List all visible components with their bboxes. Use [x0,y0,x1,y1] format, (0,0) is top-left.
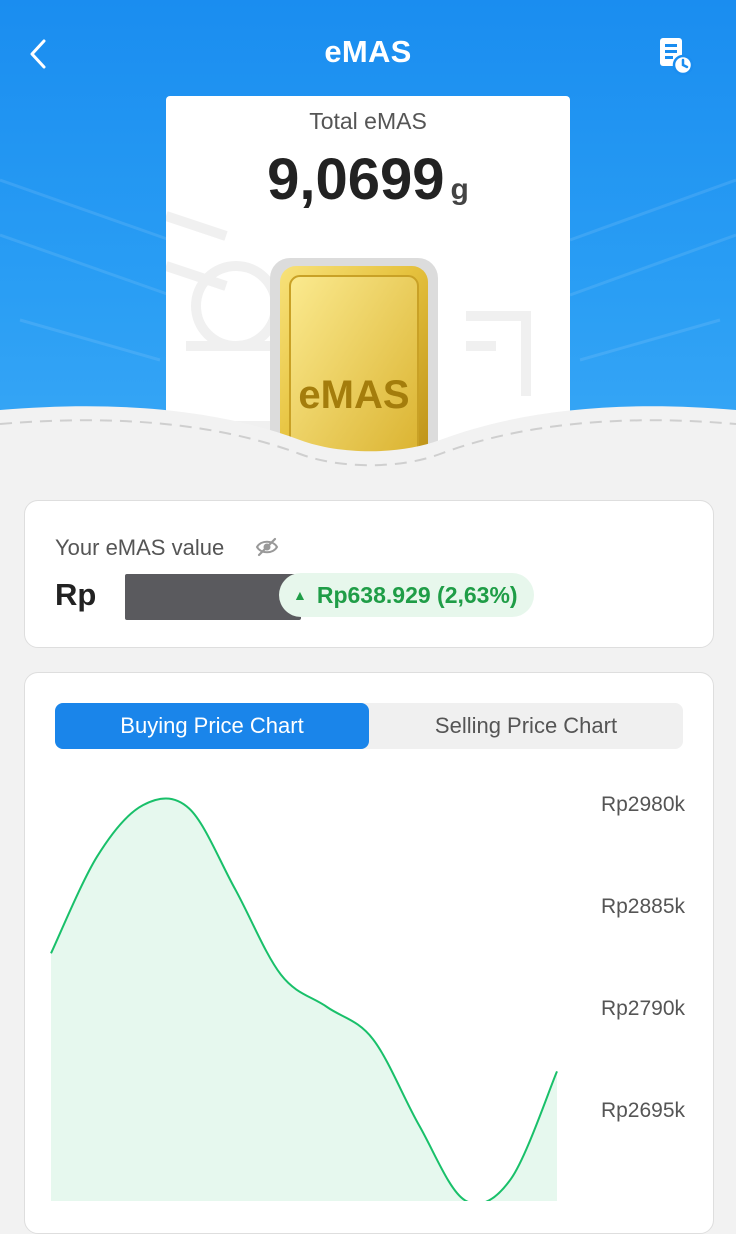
total-emas-unit: g [450,173,469,206]
total-emas-value: 9,0699 g [166,146,570,213]
eye-off-icon[interactable] [255,537,279,557]
emas-value-label: Your eMAS value [55,535,225,560]
value-change-badge: ▲ Rp638.929 (2,63%) [279,573,534,617]
y-tick-label: Rp2695k [601,1099,686,1122]
total-emas-label: Total eMAS [309,108,427,134]
document-clock-icon [660,38,694,76]
emas-value-currency: Rp [55,577,97,612]
total-emas-number: 9,0699 [267,147,445,212]
price-area-fill [51,798,557,1201]
card-pocket [0,406,736,485]
y-tick-label: Rp2885k [601,895,686,918]
hidden-value-mask [125,574,301,620]
page-title: eMAS [324,34,412,69]
value-change-text: Rp638.929 (2,63%) [316,581,518,608]
y-tick-label: Rp2980k [601,793,686,816]
triangle-up-icon: ▲ [293,587,307,603]
price-chart-panel: Buying Price Chart Selling Price Chart R… [24,672,714,1234]
price-chart: Rp2980k Rp2885k Rp2790k Rp2695k [50,793,686,1201]
emas-value-panel: Your eMAS value Rp ▲ Rp638.929 (2,63%) [24,500,714,648]
y-tick-label: Rp2790k [601,997,686,1020]
transaction-history-button[interactable] [654,34,698,78]
top-bar: eMAS [0,0,736,108]
